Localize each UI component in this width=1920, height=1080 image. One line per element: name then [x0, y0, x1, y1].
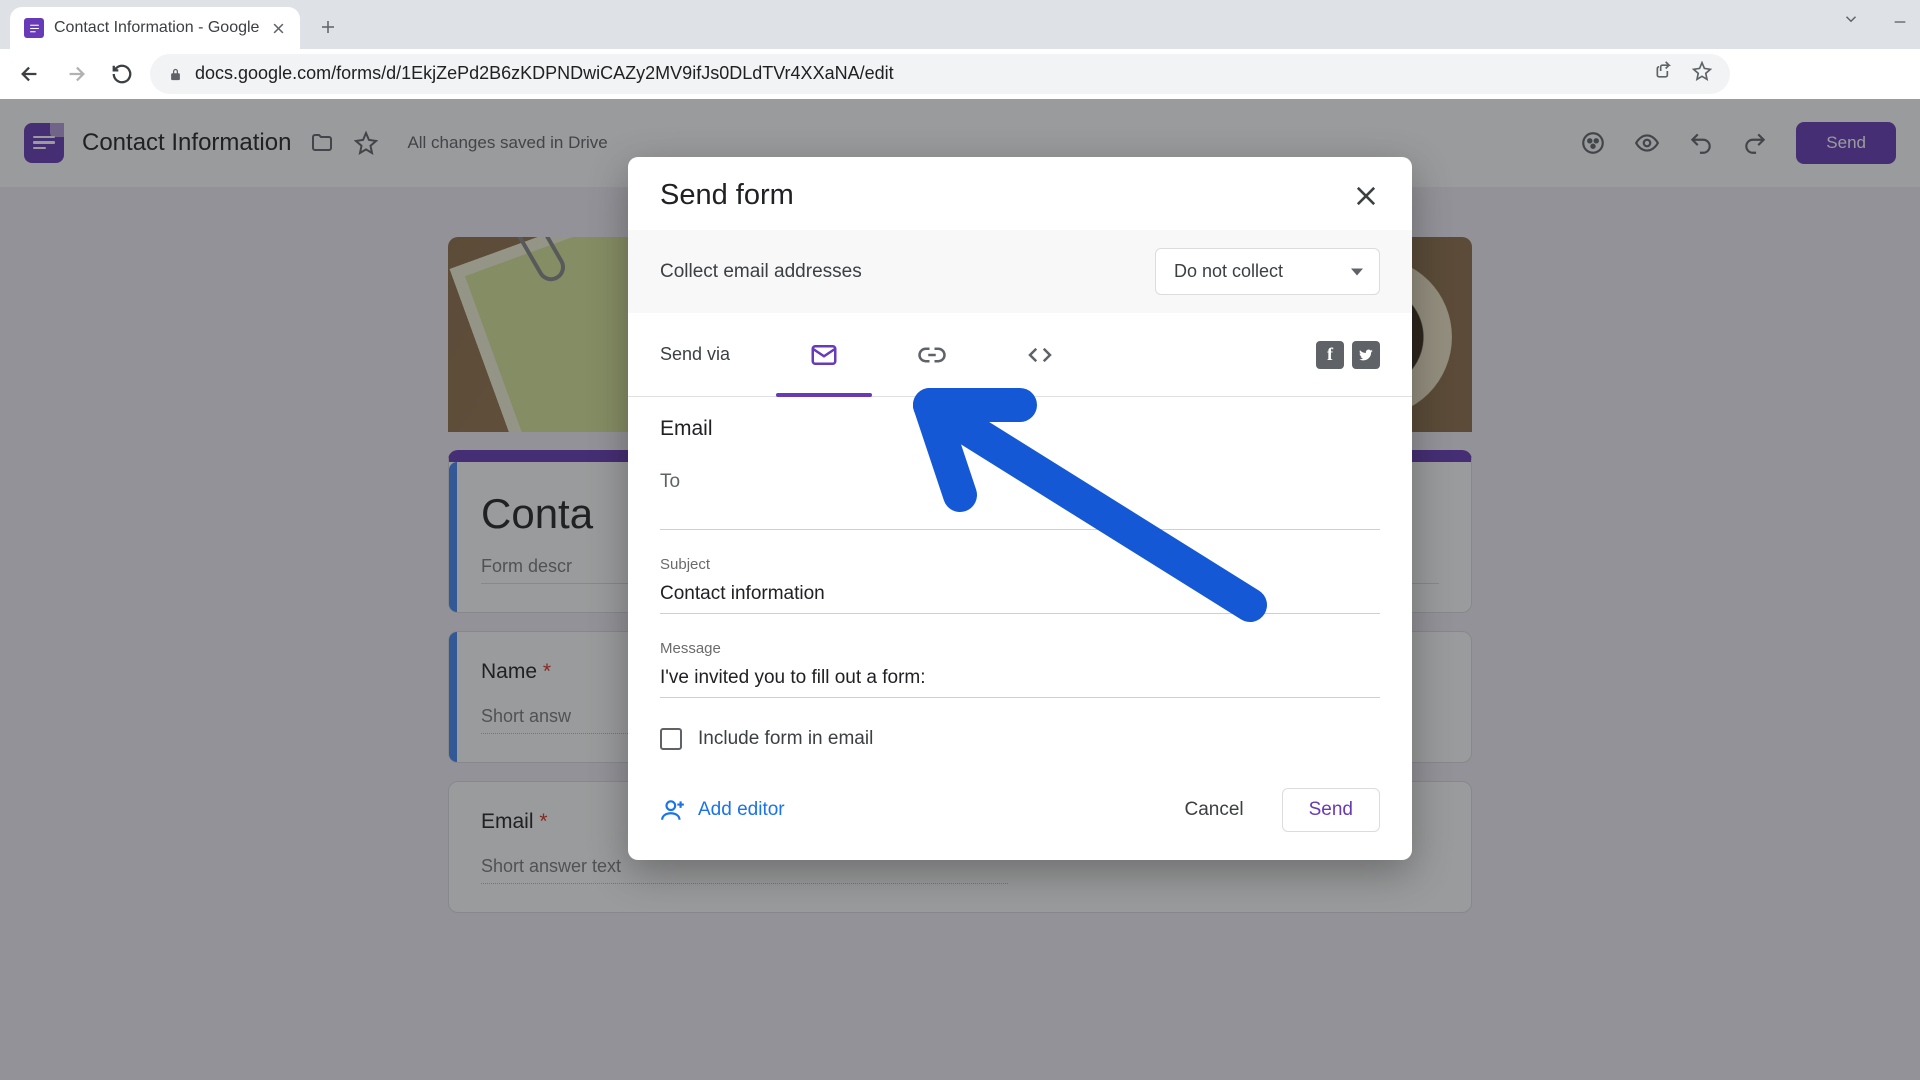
send-via-email-tab[interactable]	[770, 313, 878, 397]
window-menu-icon[interactable]	[1842, 10, 1860, 33]
subject-field: Subject	[660, 556, 1380, 614]
include-form-row[interactable]: Include form in email	[660, 724, 1380, 758]
send-via-embed-tab[interactable]	[986, 313, 1094, 397]
twitter-share-icon[interactable]	[1352, 341, 1380, 369]
cancel-button[interactable]: Cancel	[1170, 791, 1257, 829]
subject-label: Subject	[660, 556, 1380, 573]
browser-tab-strip: Contact Information - Google Fo	[0, 0, 1920, 49]
include-form-checkbox[interactable]	[660, 728, 682, 750]
minimize-icon[interactable]	[1892, 10, 1908, 33]
to-field: To	[660, 471, 1380, 530]
add-person-icon	[660, 797, 686, 823]
collect-emails-dropdown[interactable]: Do not collect	[1155, 248, 1380, 295]
lock-icon	[168, 66, 183, 81]
send-form-modal: Send form Collect email addresses Do not…	[628, 157, 1412, 860]
subject-input[interactable]	[660, 579, 1380, 614]
address-bar: docs.google.com/forms/d/1EkjZePd2B6zKDPN…	[0, 49, 1920, 99]
include-form-label: Include form in email	[698, 728, 873, 750]
mail-icon	[809, 340, 839, 370]
send-via-link-tab[interactable]	[878, 313, 986, 397]
message-label: Message	[660, 640, 1380, 657]
modal-send-button[interactable]: Send	[1282, 788, 1380, 832]
email-section-heading: Email	[660, 417, 1380, 441]
collect-emails-label: Collect email addresses	[660, 261, 862, 283]
facebook-share-icon[interactable]: f	[1316, 341, 1344, 369]
new-tab-button[interactable]	[310, 9, 346, 45]
embed-icon	[1025, 340, 1055, 370]
url-text: docs.google.com/forms/d/1EkjZePd2B6zKDPN…	[195, 63, 1642, 84]
modal-title: Send form	[660, 179, 794, 212]
close-icon[interactable]	[1352, 182, 1380, 210]
add-editor-button[interactable]: Add editor	[660, 797, 785, 823]
forward-button[interactable]	[58, 56, 94, 92]
share-icon[interactable]	[1654, 61, 1674, 86]
browser-tab[interactable]: Contact Information - Google Fo	[10, 7, 300, 49]
forms-favicon	[24, 18, 44, 38]
send-via-label: Send via	[660, 344, 730, 365]
omnibox[interactable]: docs.google.com/forms/d/1EkjZePd2B6zKDPN…	[150, 54, 1730, 94]
tab-title: Contact Information - Google Fo	[54, 19, 261, 37]
message-input[interactable]	[660, 663, 1380, 698]
link-icon	[917, 340, 947, 370]
reload-button[interactable]	[104, 56, 140, 92]
to-input[interactable]	[660, 495, 1380, 530]
tab-close-icon[interactable]	[271, 21, 286, 36]
back-button[interactable]	[12, 56, 48, 92]
bookmark-star-icon[interactable]	[1692, 61, 1712, 86]
to-label: To	[660, 471, 680, 492]
message-field: Message	[660, 640, 1380, 698]
